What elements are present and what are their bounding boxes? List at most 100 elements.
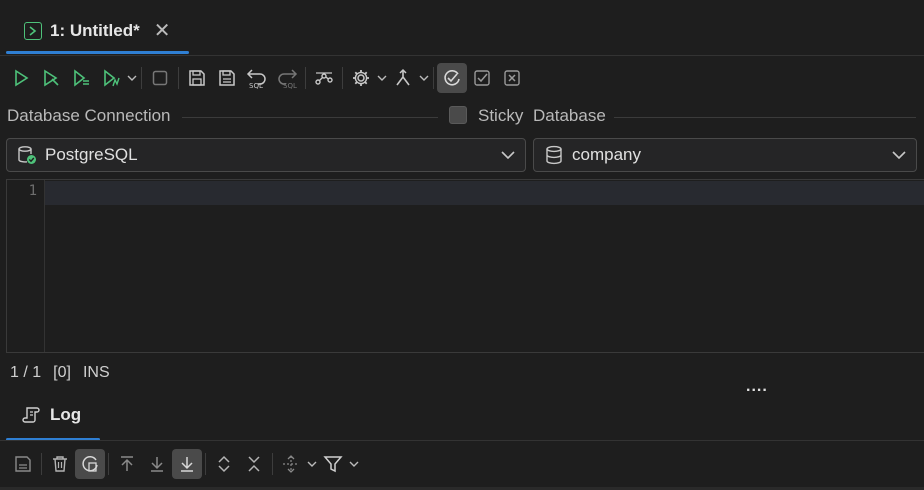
expand-all-button[interactable] bbox=[209, 449, 239, 479]
arrow-down-icon bbox=[181, 457, 193, 472]
svg-text:SQL: SQL bbox=[283, 82, 297, 89]
chevron-down-icon bbox=[892, 151, 906, 159]
stop-icon bbox=[152, 70, 168, 86]
auto-scroll-toggle[interactable] bbox=[172, 449, 202, 479]
scroll-top-button[interactable] bbox=[112, 449, 142, 479]
save-icon bbox=[15, 456, 31, 472]
log-divider bbox=[0, 440, 924, 441]
execute-explain-button[interactable] bbox=[96, 63, 126, 93]
tab-title: 1: Untitled* bbox=[50, 21, 140, 40]
tab-untitled[interactable]: 1: Untitled* ✕ bbox=[6, 8, 189, 54]
active-tab-indicator bbox=[6, 51, 189, 54]
undo-sql-button[interactable]: SQL bbox=[242, 63, 272, 93]
rollback-button[interactable] bbox=[497, 63, 527, 93]
tab-log[interactable]: Log bbox=[22, 405, 81, 425]
clear-log-button[interactable] bbox=[45, 449, 75, 479]
arrow-top-icon bbox=[121, 456, 133, 471]
save-as-icon bbox=[219, 70, 235, 86]
label-divider bbox=[182, 117, 438, 118]
rollback-icon bbox=[504, 70, 520, 86]
toolbar-separator bbox=[305, 67, 306, 89]
execute-statement-button[interactable] bbox=[6, 63, 36, 93]
log-toolbar bbox=[8, 448, 360, 480]
svg-text:SQL: SQL bbox=[249, 82, 263, 89]
group-icon bbox=[283, 455, 299, 473]
redo-sql-icon: SQL bbox=[278, 69, 298, 89]
group-by-button[interactable] bbox=[276, 449, 306, 479]
trash-icon bbox=[53, 456, 67, 472]
undo-sql-icon: SQL bbox=[246, 69, 266, 89]
auto-clear-icon bbox=[82, 456, 98, 472]
stop-button[interactable] bbox=[145, 63, 175, 93]
collapse-all-button[interactable] bbox=[239, 449, 269, 479]
scroll-icon bbox=[22, 405, 42, 425]
filter-button[interactable] bbox=[318, 449, 348, 479]
settings-chevron-icon[interactable] bbox=[376, 75, 388, 81]
log-tab-label: Log bbox=[50, 405, 82, 424]
line-number: 1 bbox=[28, 183, 37, 199]
sticky-checkbox[interactable] bbox=[449, 106, 467, 124]
auto-commit-icon bbox=[444, 70, 460, 86]
merge-icon bbox=[396, 68, 410, 86]
database-icon bbox=[544, 145, 564, 165]
connection-value: PostgreSQL bbox=[45, 145, 138, 164]
save-icon bbox=[189, 70, 205, 86]
plan-icon bbox=[315, 72, 333, 85]
toolbar-separator bbox=[272, 453, 273, 475]
settings-button[interactable] bbox=[346, 63, 376, 93]
save-button[interactable] bbox=[182, 63, 212, 93]
console-icon bbox=[24, 22, 42, 40]
group-chevron-icon[interactable] bbox=[306, 461, 318, 467]
line-gutter bbox=[7, 180, 45, 352]
database-select[interactable]: company bbox=[533, 138, 917, 172]
editor-toolbar: SQL SQL bbox=[6, 62, 527, 94]
insert-mode[interactable]: INS bbox=[83, 364, 110, 382]
run-options-chevron-icon[interactable] bbox=[126, 75, 138, 81]
transaction-chevron-icon[interactable] bbox=[418, 75, 430, 81]
transaction-mode-button[interactable] bbox=[388, 63, 418, 93]
commit-icon bbox=[474, 70, 490, 86]
toolbar-separator bbox=[205, 453, 206, 475]
explain-plan-button[interactable] bbox=[309, 63, 339, 93]
toolbar-separator bbox=[178, 67, 179, 89]
auto-commit-toggle[interactable] bbox=[437, 63, 467, 93]
toolbar-separator bbox=[141, 67, 142, 89]
chevron-down-icon bbox=[501, 151, 515, 159]
collapse-icon bbox=[248, 456, 260, 472]
editor-status-bar: 1 / 1 [0] INS bbox=[10, 364, 110, 382]
log-save-button[interactable] bbox=[8, 449, 38, 479]
toolbar-separator bbox=[342, 67, 343, 89]
current-line-highlight bbox=[45, 181, 924, 205]
arrow-bottom-icon bbox=[151, 457, 163, 472]
execute-cursor-button[interactable] bbox=[36, 63, 66, 93]
sticky-label: Sticky bbox=[478, 106, 524, 125]
gear-icon bbox=[353, 70, 369, 86]
filter-chevron-icon[interactable] bbox=[348, 461, 360, 467]
selection-count: [0] bbox=[53, 364, 71, 381]
filter-icon bbox=[323, 456, 343, 473]
postgres-connected-icon bbox=[17, 145, 37, 165]
play-icon bbox=[15, 69, 29, 87]
expand-icon bbox=[218, 455, 230, 473]
database-value: company bbox=[572, 145, 641, 164]
play-cursor-icon bbox=[44, 69, 59, 87]
toolbar-separator bbox=[41, 453, 42, 475]
execute-script-button[interactable] bbox=[66, 63, 96, 93]
database-connection-label: Database Connection bbox=[7, 106, 171, 125]
redo-sql-button[interactable]: SQL bbox=[272, 63, 302, 93]
database-label: Database bbox=[533, 106, 606, 125]
connection-select[interactable]: PostgreSQL bbox=[6, 138, 526, 172]
label-divider bbox=[614, 117, 916, 118]
toolbar-separator bbox=[108, 453, 109, 475]
toolbar-separator bbox=[433, 67, 434, 89]
commit-button[interactable] bbox=[467, 63, 497, 93]
close-tab-icon[interactable]: ✕ bbox=[154, 21, 171, 41]
scroll-bottom-button[interactable] bbox=[142, 449, 172, 479]
save-as-button[interactable] bbox=[212, 63, 242, 93]
auto-clear-toggle[interactable] bbox=[75, 449, 105, 479]
sql-editor[interactable]: 1 bbox=[6, 179, 924, 353]
splitter-handle[interactable]: .... bbox=[746, 378, 768, 396]
play-explain-icon bbox=[104, 69, 120, 87]
play-script-icon bbox=[74, 69, 89, 87]
cursor-position: 1 / 1 bbox=[10, 364, 42, 381]
